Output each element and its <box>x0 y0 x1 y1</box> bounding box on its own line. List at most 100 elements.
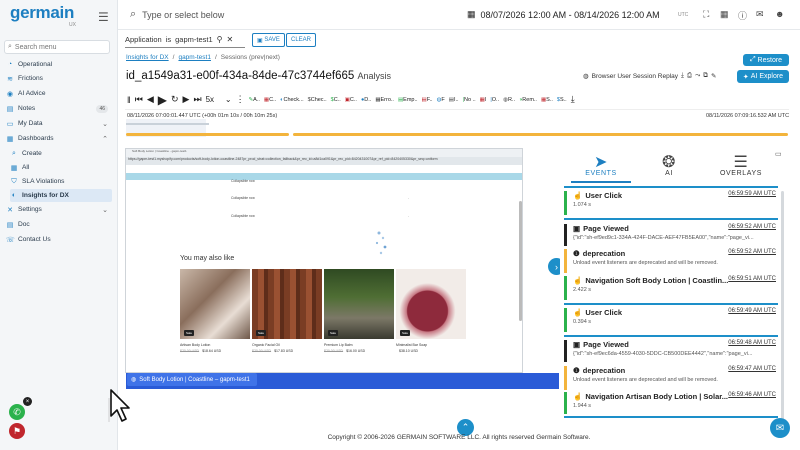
sidebar-item-insights-for-dx[interactable]: ◐ Insights for DX <box>10 189 112 202</box>
event-time[interactable]: 06:59:52 AM UTC <box>728 249 776 255</box>
sidebar-item-dashboards[interactable]: ▦ Dashboards ⌃ <box>6 132 112 145</box>
event-filter-chip[interactable]: ▤ Emp.. <box>396 90 420 110</box>
tab-events[interactable]: ➤ EVENTS <box>571 152 631 177</box>
event-filter-chip[interactable]: | No .. <box>461 90 478 110</box>
global-search[interactable]: ⌕ Type or select below <box>130 8 224 21</box>
breadcrumb-app[interactable]: gapm-test1 <box>178 54 211 61</box>
events-scrollbar[interactable] <box>781 191 784 421</box>
event-filter-chip[interactable]: ▣ C.. <box>343 90 359 110</box>
sidebar-item-frictions[interactable]: ≋ Frictions <box>6 72 112 85</box>
breadcrumb-insights[interactable]: Insights for DX <box>126 54 169 61</box>
event-time[interactable]: 06:59:48 AM UTC <box>728 340 776 346</box>
filter-chip[interactable]: Application is gapm-test1 ⚲ ✕ <box>125 35 233 44</box>
event-time[interactable]: 06:59:59 AM UTC <box>728 191 776 197</box>
event-item[interactable]: ▣ Page Viewed 06:59:48 AM UTC {"id":"sh-e… <box>564 340 778 362</box>
sidebar-item-doc[interactable]: ▤ Doc <box>6 218 112 231</box>
replay-frame[interactable]: Soft Body Lotion | Coastline - gapm-test… <box>125 148 523 373</box>
clear-button[interactable]: CLEAR <box>286 33 317 47</box>
edit-icon[interactable]: ✎ <box>711 72 716 80</box>
restore-button[interactable]: ⤢ Restore <box>743 54 789 66</box>
product-card[interactable]: Sale Organic Facial Oil $20.00 USD $17.83… <box>252 269 322 353</box>
restart-icon[interactable]: ↻ <box>169 90 181 110</box>
sidebar-item-all[interactable]: ▦ All <box>10 161 112 174</box>
more-icon[interactable]: ⋮ <box>234 90 247 110</box>
print-icon[interactable]: ⎙ <box>687 72 692 80</box>
event-filter-chip[interactable]: ✎ A.. <box>247 90 262 110</box>
sidebar-item-notes[interactable]: ▤ Notes 46 <box>6 102 112 115</box>
event-filter-chip[interactable]: ◍ F <box>435 90 447 110</box>
ai-explore-button[interactable]: ✦ AI Explore <box>737 70 789 83</box>
event-filter-chip[interactable]: $ Chec.. <box>306 90 329 110</box>
app-logo[interactable]: germain <box>10 3 74 23</box>
grid-icon[interactable]: ▦ <box>720 9 729 20</box>
skip-back-icon[interactable]: ⏮ <box>133 90 145 110</box>
download-icon[interactable]: ⤓ <box>569 90 577 110</box>
event-item[interactable]: ☝ Navigation Artisan Body Lotion | Solar.… <box>564 392 778 414</box>
timeline-segment[interactable] <box>293 133 788 136</box>
sidebar-item-ai-advice[interactable]: ◉ AI Advice <box>6 87 112 100</box>
download-icon[interactable]: ⤓ <box>681 72 684 80</box>
speed-select[interactable]: 5x ⌄ <box>204 90 234 110</box>
close-icon[interactable]: × <box>23 397 32 406</box>
skip-forward-icon[interactable]: ⏭ <box>191 90 203 110</box>
hamburger-icon[interactable]: ☰ <box>98 10 109 24</box>
event-time[interactable]: 06:59:52 AM UTC <box>728 224 776 230</box>
replay-scrollbar[interactable] <box>519 201 522 321</box>
copy-icon[interactable]: ⧉ <box>703 72 708 80</box>
share-icon[interactable]: ⤳ <box>695 72 700 80</box>
event-filter-chip[interactable]: ◐ Check... <box>278 90 306 110</box>
help-chat-icon[interactable]: ✉ <box>770 418 790 438</box>
date-range-picker[interactable]: ▦ 08/07/2026 12:00 AM - 08/14/2026 12:00… <box>467 9 660 20</box>
fullscreen-icon[interactable]: ⛶ <box>703 9 709 20</box>
sidebar-item-operational[interactable]: ◔ Operational <box>6 58 112 71</box>
sidebar-item-sla-violations[interactable]: ⛉ SLA Violations <box>10 175 112 188</box>
sidebar-item-contact-us[interactable]: ☏ Contact Us <box>6 233 112 246</box>
event-filter-chip[interactable]: ▦ S.. <box>539 90 555 110</box>
feedback-icon[interactable]: ⚑ <box>9 423 25 439</box>
notification-icon[interactable]: ✉ <box>756 9 764 20</box>
event-filter-chip[interactable]: ● D.. <box>359 90 373 110</box>
breadcrumb-sessions[interactable]: Sessions (prev|next) <box>221 54 280 61</box>
event-filter-chip[interactable]: ▦ Erro.. <box>373 90 396 110</box>
event-filter-chip[interactable]: ▦ C.. <box>262 90 278 110</box>
sidebar-item-settings[interactable]: ✕ Settings ⌄ <box>6 203 112 216</box>
collapse-icon[interactable]: ‖ <box>125 90 133 110</box>
search-menu-input[interactable]: ⌕ Search menu <box>4 40 110 54</box>
close-icon[interactable]: ✕ <box>227 35 234 44</box>
user-icon[interactable]: ☻ <box>775 9 784 19</box>
event-filter-chip[interactable]: $ S.. <box>555 90 569 110</box>
tab-ai[interactable]: ❂ AI <box>639 152 699 177</box>
tab-overlays[interactable]: ☰ OVERLAYS <box>711 152 771 177</box>
info-icon[interactable]: ⓘ <box>738 9 747 22</box>
sidebar-item-create[interactable]: ⌕ Create <box>10 147 112 160</box>
event-filter-chip[interactable]: ▤ I.. <box>447 90 461 110</box>
event-time[interactable]: 06:59:51 AM UTC <box>728 276 776 282</box>
event-filter-chip[interactable]: ▤ F.. <box>420 90 435 110</box>
event-filter-chip[interactable]: ◍ R.. <box>501 90 517 110</box>
product-card[interactable]: Sale Minimalist Bar Soap $38.10 USD <box>396 269 466 353</box>
sidebar-item-my-data[interactable]: ▭ My Data ⌄ <box>6 117 112 130</box>
session-page-tab[interactable]: ◍ Soft Body Lotion | Coastline – gapm-tes… <box>127 373 257 386</box>
play-icon[interactable]: ▶ <box>156 90 169 110</box>
product-card[interactable]: Sale Premium Lip Balm $20.00 USD $16.00 U… <box>324 269 394 353</box>
chat-icon[interactable]: ✆ <box>9 404 25 420</box>
event-item[interactable]: ☝ User Click 06:59:59 AM UTC 1.074 s <box>564 191 778 215</box>
event-item[interactable]: ▣ Page Viewed 06:59:52 AM UTC {"id":"sh-e… <box>564 224 778 246</box>
pin-icon[interactable]: ⚲ <box>217 35 223 44</box>
maximize-icon[interactable]: ▭ <box>775 150 782 158</box>
event-filter-chip[interactable]: $ C.. <box>329 90 343 110</box>
rewind-icon[interactable]: ◀ <box>145 90 156 110</box>
event-item[interactable]: ❶ deprecation 06:59:52 AM UTC Unload even… <box>564 249 778 273</box>
event-filter-chip[interactable]: ▦ I <box>478 90 489 110</box>
product-card[interactable]: Sale Artisan Body Lotion $20.00 USD $18.6… <box>180 269 250 353</box>
event-item[interactable]: ☝ Navigation Soft Body Lotion | Coastlin.… <box>564 276 778 300</box>
event-item[interactable]: ☝ User Click 06:59:49 AM UTC 0.394 s <box>564 308 778 332</box>
event-item[interactable]: ❶ deprecation 06:59:47 AM UTC Unload even… <box>564 366 778 390</box>
event-time[interactable]: 06:59:49 AM UTC <box>728 308 776 314</box>
save-button[interactable]: ▣ SAVE <box>252 33 285 47</box>
event-time[interactable]: 06:59:46 AM UTC <box>728 392 776 398</box>
event-filter-chip[interactable]: ◑ Rem.. <box>517 90 539 110</box>
event-filter-chip[interactable]: | O.. <box>488 90 501 110</box>
event-time[interactable]: 06:59:47 AM UTC <box>728 366 776 372</box>
timeline-segment[interactable] <box>126 133 289 136</box>
